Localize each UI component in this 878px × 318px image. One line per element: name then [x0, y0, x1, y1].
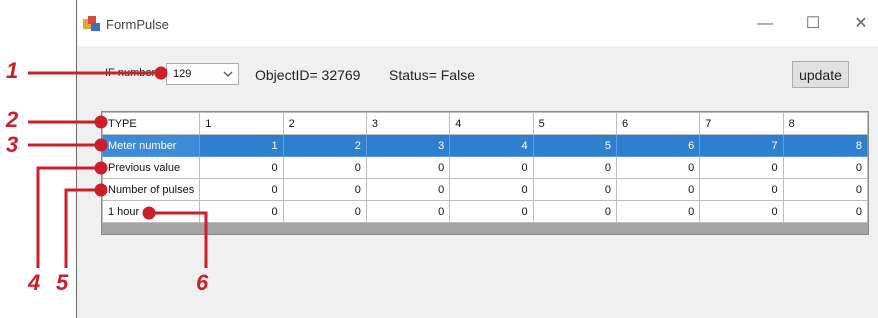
title-bar[interactable]: FormPulse — ☐ ✕	[77, 0, 878, 46]
grid-header-cell[interactable]: 3	[365, 112, 451, 135]
if-number-combobox[interactable]: 129	[166, 63, 239, 85]
grid-cell[interactable]: 0	[449, 200, 534, 223]
grid-cell[interactable]: 5	[532, 134, 617, 157]
grid-row-label[interactable]: Meter number	[101, 134, 201, 157]
chevron-down-icon[interactable]	[222, 67, 234, 81]
grid-cell[interactable]: 0	[282, 178, 367, 201]
grid-cell[interactable]: 0	[532, 200, 617, 223]
grid-cell[interactable]: 0	[199, 200, 284, 223]
app-icon	[83, 16, 100, 31]
object-id-text: ObjectID= 32769	[255, 67, 361, 83]
if-number-label: IF number=	[105, 67, 162, 79]
pulse-table: TYPE 1 2 3 4 5 6 7 8 Meter number 1 2 3 4 5 6 7 8 Previous…	[101, 112, 869, 223]
grid-cell[interactable]: 0	[282, 156, 367, 179]
grid-row[interactable]: 1 hour 0 0 0 0 0 0 0 0	[101, 200, 869, 223]
callout-4: 4	[28, 270, 41, 295]
grid-cell[interactable]: 8	[782, 134, 869, 157]
grid-header-cell[interactable]: 5	[532, 112, 617, 135]
grid-row-label[interactable]: Previous value	[101, 156, 201, 179]
grid-cell[interactable]: 0	[365, 178, 451, 201]
callout-5: 5	[56, 270, 69, 295]
grid-row[interactable]: Previous value 0 0 0 0 0 0 0 0	[101, 156, 869, 179]
maximize-button[interactable]: ☐	[801, 12, 825, 36]
grid-row[interactable]: Meter number 1 2 3 4 5 6 7 8	[101, 134, 869, 157]
window-title: FormPulse	[106, 17, 169, 32]
grid-cell[interactable]: 0	[782, 156, 869, 179]
grid-cell[interactable]: 0	[365, 156, 451, 179]
callout-2: 2	[6, 107, 19, 132]
grid-cell[interactable]: 2	[282, 134, 367, 157]
grid-cell[interactable]: 0	[699, 156, 784, 179]
callout-1: 1	[6, 58, 19, 83]
grid-header-cell[interactable]: 8	[782, 112, 869, 135]
grid-cell[interactable]: 0	[532, 178, 617, 201]
grid-header-type[interactable]: TYPE	[101, 112, 201, 135]
grid-cell[interactable]: 0	[615, 200, 701, 223]
callout-6: 6	[196, 270, 209, 295]
grid-row-label[interactable]: Number of pulses	[101, 178, 201, 201]
close-button[interactable]: ✕	[849, 12, 873, 36]
grid-cell[interactable]: 0	[449, 156, 534, 179]
grid-cell[interactable]: 0	[615, 156, 701, 179]
grid-cell[interactable]: 0	[532, 156, 617, 179]
grid-cell[interactable]: 0	[699, 200, 784, 223]
grid-cell[interactable]: 0	[782, 200, 869, 223]
grid-header-cell[interactable]: 1	[199, 112, 284, 135]
update-button[interactable]: update	[792, 61, 849, 88]
grid-cell[interactable]: 0	[699, 178, 784, 201]
grid-row-label[interactable]: 1 hour	[101, 200, 201, 223]
grid-header-row: TYPE 1 2 3 4 5 6 7 8	[101, 112, 869, 135]
status-text: Status= False	[389, 67, 475, 83]
grid-cell[interactable]: 1	[199, 134, 284, 157]
grid-cell[interactable]: 0	[782, 178, 869, 201]
grid-cell[interactable]: 0	[282, 200, 367, 223]
callout-3: 3	[6, 132, 19, 157]
grid-cell[interactable]: 0	[199, 178, 284, 201]
grid-cell[interactable]: 4	[449, 134, 534, 157]
grid-header-cell[interactable]: 4	[449, 112, 534, 135]
grid-cell[interactable]: 3	[365, 134, 451, 157]
grid-cell[interactable]: 0	[615, 178, 701, 201]
grid-cell[interactable]: 0	[199, 156, 284, 179]
grid-row[interactable]: Number of pulses 0 0 0 0 0 0 0 0	[101, 178, 869, 201]
grid-cell[interactable]: 6	[615, 134, 701, 157]
grid-header-cell[interactable]: 6	[615, 112, 701, 135]
grid-header-cell[interactable]: 2	[282, 112, 367, 135]
grid-cell[interactable]: 7	[699, 134, 784, 157]
grid-header-cell[interactable]: 7	[699, 112, 784, 135]
grid-cell[interactable]: 0	[365, 200, 451, 223]
data-grid: TYPE 1 2 3 4 5 6 7 8 Meter number 1 2 3 4 5 6 7 8 Previous…	[101, 111, 869, 235]
grid-cell[interactable]: 0	[449, 178, 534, 201]
if-number-value: 129	[173, 68, 192, 80]
minimize-button[interactable]: —	[753, 12, 777, 36]
